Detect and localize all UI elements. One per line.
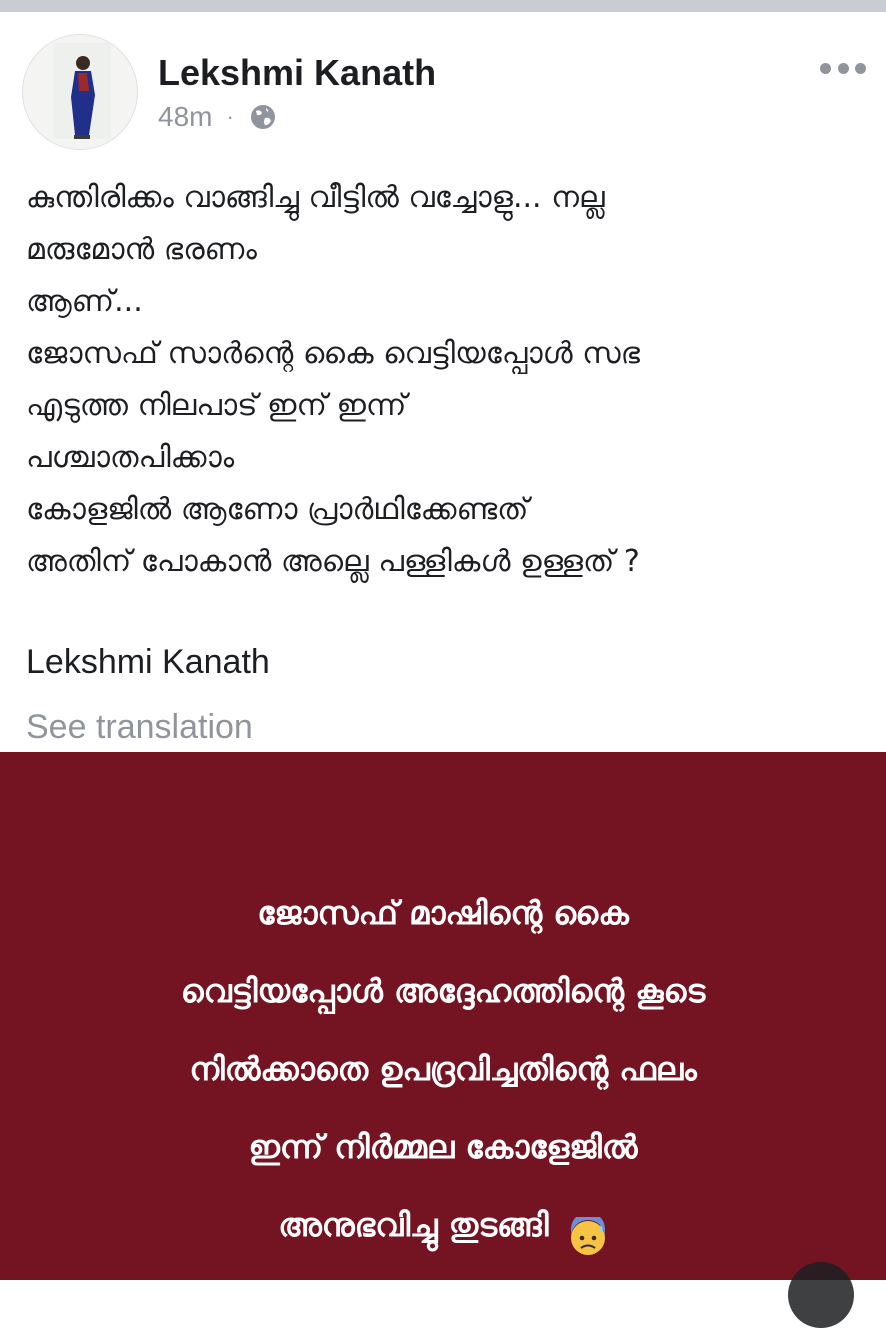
post-text-line: എടുത്ത നിലപാട് ഇന് ഇന്ന് (26, 388, 407, 423)
image-card-line: നിൽക്കാതെ ഉപദ്രവിച്ചതിന്റെ ഫലം (189, 1050, 697, 1088)
post-timestamp[interactable]: 48m (158, 100, 212, 134)
overlay-action-button[interactable] (788, 1262, 854, 1328)
avatar[interactable] (22, 34, 138, 150)
post-text-line: ജോസഫ് സാർന്റെ കൈ വെട്ടിയപ്പോൾ സഭ (26, 336, 640, 371)
post-text-line: പശ്ചാതപിക്കാം (26, 440, 235, 475)
globe-icon[interactable] (248, 102, 278, 132)
author-name[interactable]: Lekshmi Kanath (158, 52, 436, 94)
post-text: കുന്തിരിക്കം വാങ്ങിച്ചു വീട്ടിൽ വച്ചോളു.… (26, 172, 866, 588)
image-card-line-last: അനുഭവിച്ചു തുടങ്ങി (0, 1186, 886, 1264)
image-card-line: ജോസഫ് മാഷിന്റെ കൈ (257, 894, 629, 932)
see-translation-link[interactable]: See translation (26, 705, 253, 749)
post-text-line: കോളജിൽ ആണോ പ്രാർഥിക്കേണ്ടത് (26, 492, 529, 527)
post-signature: Lekshmi Kanath (26, 643, 270, 681)
post-text-line: ആണ്... (26, 284, 143, 319)
anxious-face-with-sweat-icon (568, 1207, 608, 1255)
post-header: Lekshmi Kanath 48m · (0, 12, 886, 152)
meta-separator: · (226, 104, 234, 129)
post-text-line: അതിന് പോകാൻ അല്ലെ പള്ളികൾ ഉള്ളത് ? (26, 544, 640, 579)
image-card-text: ജോസഫ് മാഷിന്റെ കൈ വെട്ടിയപ്പോൾ അദ്ദേഹത്ത… (0, 874, 886, 1264)
image-card-line: വെട്ടിയപ്പോൾ അദ്ദേഹത്തിന്റെ കൂടെ (180, 972, 706, 1010)
post-text-line: കുന്തിരിക്കം വാങ്ങിച്ചു വീട്ടിൽ വച്ചോളു.… (26, 180, 605, 215)
profile-photo (23, 35, 137, 149)
image-card-line: ഇന്ന് നിർമ്മല കോളേജിൽ (248, 1128, 638, 1166)
feed-divider (0, 0, 886, 12)
post-image-card[interactable]: ജോസഫ് മാഷിന്റെ കൈ വെട്ടിയപ്പോൾ അദ്ദേഹത്ത… (0, 752, 886, 1280)
post-meta: 48m · (158, 100, 278, 134)
more-horizontal-icon[interactable] (820, 58, 866, 78)
image-card-line: അനുഭവിച്ചു തുടങ്ങി (278, 1206, 549, 1244)
post-text-line: മരുമോൻ ഭരണം (26, 232, 257, 267)
